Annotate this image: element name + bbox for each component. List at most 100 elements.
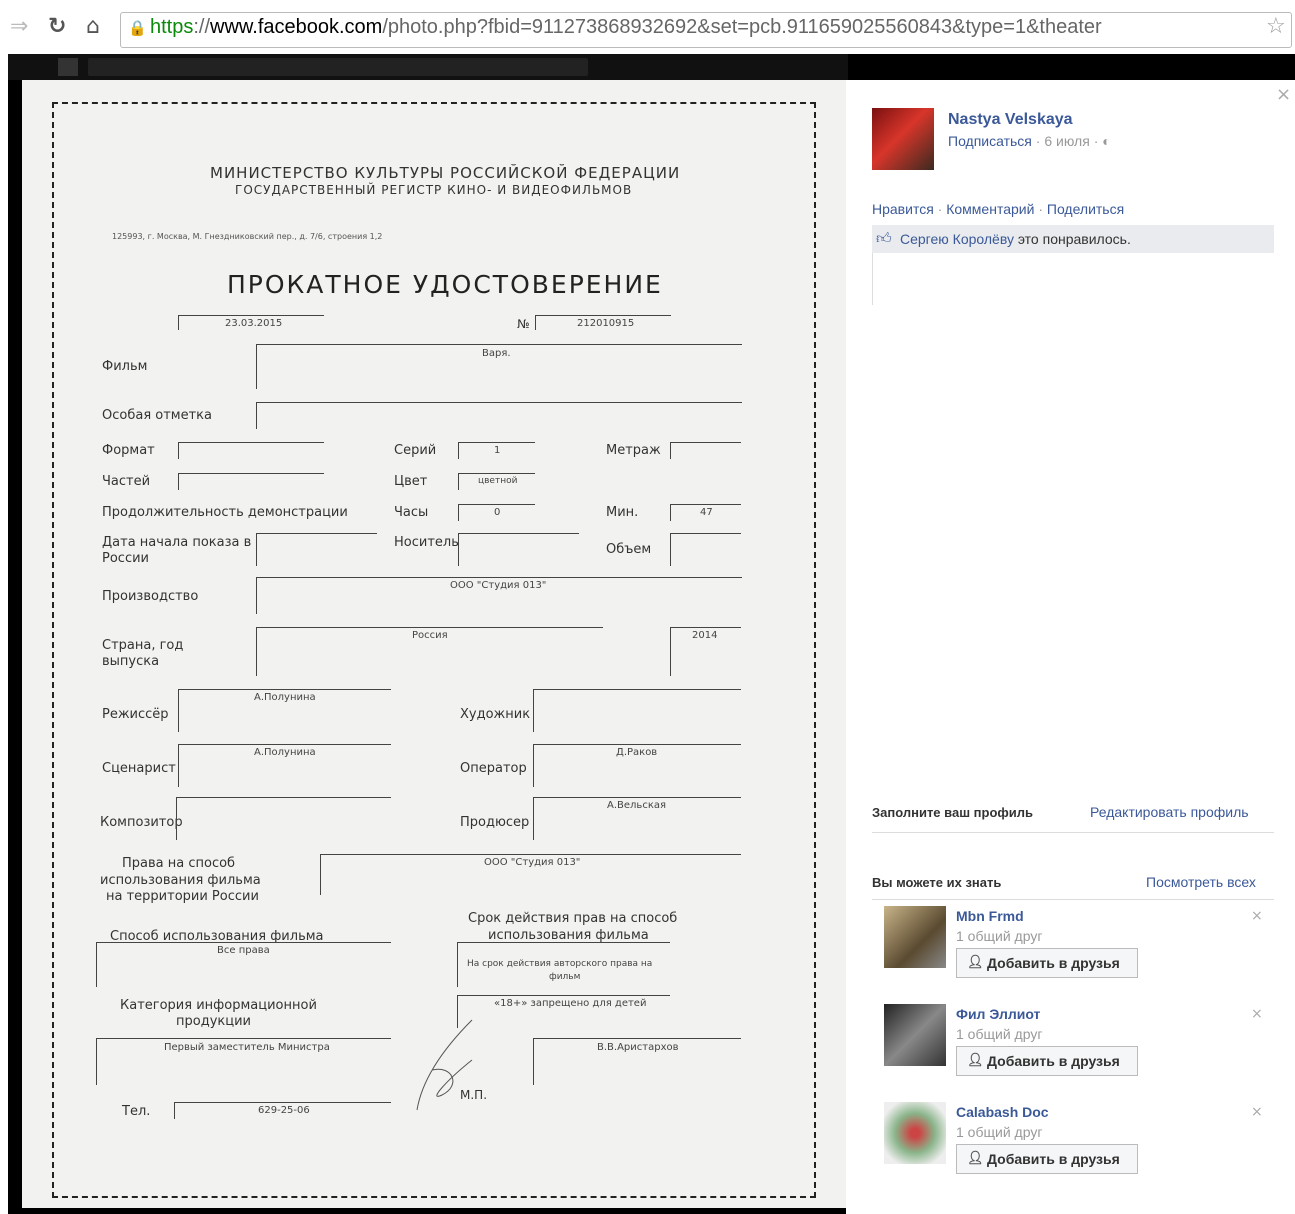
pymk-item: Calabash Doc 1 общий друг 👤︎ Добавить в д… (846, 1102, 1295, 1182)
browser-toolbar: ⇒ ↻ ⌂ 🔒 https://www.facebook.com/photo.p… (0, 0, 1295, 54)
label-stamp: М.П. (460, 1088, 488, 1102)
add-friend-button[interactable]: 👤︎ Добавить в друзья (956, 1046, 1138, 1076)
pymk-item: Фил Эллиот 1 общий друг 👤︎ Добавить в дру… (846, 1004, 1295, 1084)
signer-position-value: Первый заместитель Министра (164, 1042, 330, 1053)
color-value: цветной (478, 476, 518, 486)
mutual-friends[interactable]: 1 общий друг (956, 1026, 1042, 1042)
label-special: Особая отметка (102, 408, 212, 423)
edit-profile-link[interactable]: Редактировать профиль (1090, 804, 1249, 820)
url-scheme: https (150, 16, 194, 38)
label-category-1: Категория информационной (120, 998, 317, 1013)
label-country-1: Страна, год (102, 638, 184, 653)
home-icon[interactable]: ⌂ (86, 14, 100, 39)
label-category-2: продукции (176, 1014, 251, 1029)
subscribe-link[interactable]: Подписаться (948, 133, 1032, 149)
add-friend-icon: 👤︎ (967, 1150, 984, 1165)
divider (872, 832, 1274, 833)
separator: · (1093, 133, 1099, 149)
person-name[interactable]: Фил Эллиот (956, 1006, 1040, 1022)
mutual-friends[interactable]: 1 общий друг (956, 1124, 1042, 1140)
year-value: 2014 (692, 630, 718, 641)
signature-mark (416, 1019, 473, 1111)
person-name[interactable]: Calabash Doc (956, 1104, 1049, 1120)
facebook-search-input[interactable] (88, 58, 588, 76)
close-icon[interactable]: × (1276, 84, 1291, 105)
label-volume: Объем (606, 542, 652, 557)
post-date[interactable]: 6 июля (1044, 133, 1089, 149)
artist-field (533, 689, 741, 732)
label-director: Режиссёр (102, 707, 169, 722)
carrier-field (458, 533, 579, 566)
hours-value: 0 (494, 507, 501, 518)
label-artist: Художник (460, 707, 531, 722)
label-rights-3: на территории России (106, 889, 259, 904)
phone-value: 629-25-06 (258, 1105, 310, 1116)
separator: · (1035, 133, 1041, 149)
person-name[interactable]: Mbn Frmd (956, 908, 1024, 924)
divider (872, 899, 1274, 900)
add-friend-button[interactable]: 👤︎ Добавить в друзья (956, 1144, 1138, 1174)
label-production: Производство (102, 589, 199, 604)
add-friend-button[interactable]: 👤︎ Добавить в друзья (956, 948, 1138, 978)
comment-link[interactable]: Комментарий (946, 201, 1034, 217)
dismiss-icon[interactable]: × (1251, 1104, 1263, 1120)
url-separator: :// (193, 16, 211, 38)
term-value-2: фильм (549, 972, 581, 982)
label-color: Цвет (394, 474, 428, 489)
label-film: Фильм (102, 359, 148, 374)
date-value: 23.03.2015 (225, 318, 283, 329)
label-operator: Оператор (460, 761, 527, 776)
usage-value: Все права (217, 945, 270, 956)
author-name[interactable]: Nastya Velskaya (948, 111, 1073, 129)
label-hours: Часы (394, 505, 429, 520)
lock-icon: 🔒 (128, 19, 147, 37)
url-path: /photo.php?fbid=911273868932692&set=pcb.… (382, 16, 1102, 38)
share-link[interactable]: Поделиться (1047, 201, 1124, 217)
liked-text: это понравилось. (1017, 231, 1131, 247)
label-carrier: Носитель (394, 535, 459, 550)
facebook-top-bar (8, 54, 848, 80)
separator: · (1038, 201, 1043, 217)
label-country-2: выпуска (102, 654, 160, 669)
series-value: 1 (494, 445, 501, 456)
globe-icon: ◐ (1102, 133, 1111, 149)
comments-area-border (872, 253, 873, 305)
label-duration: Продолжительность демонстрации (102, 505, 348, 520)
director-value: А.Полунина (254, 692, 316, 703)
mutual-friends[interactable]: 1 общий друг (956, 928, 1042, 944)
add-friend-icon: 👤︎ (967, 954, 984, 969)
photo-document: МИНИСТЕРСТВО КУЛЬТУРЫ РОССИЙСКОЙ ФЕДЕРАЦ… (22, 80, 846, 1208)
person-avatar[interactable] (884, 1102, 946, 1164)
bookmark-star-icon[interactable]: ☆ (1266, 14, 1286, 39)
term-value-1: На срок действия авторского права на (467, 959, 653, 969)
volume-field (670, 533, 741, 566)
see-all-link[interactable]: Посмотреть всех (1146, 874, 1256, 890)
liked-by-link[interactable]: Сергею Королёву (900, 231, 1014, 247)
facebook-logo-icon (58, 58, 78, 76)
likes-bar: 👍︎ Сергею Королёву это понравилось. (872, 225, 1274, 253)
label-term-1: Срок действия прав на способ (468, 911, 678, 926)
country-value: Россия (412, 630, 448, 641)
photo-info-panel: × Nastya Velskaya Подписаться · 6 июля ·… (846, 80, 1295, 1214)
forward-arrow-icon[interactable]: ⇒ (10, 14, 28, 39)
label-rights-2: использования фильма (100, 873, 261, 888)
production-value: ООО "Студия 013" (450, 580, 547, 591)
author-avatar[interactable] (872, 108, 934, 170)
format-field (178, 442, 324, 459)
writer-value: А.Полунина (254, 747, 316, 758)
doc-ministry: МИНИСТЕРСТВО КУЛЬТУРЫ РОССИЙСКОЙ ФЕДЕРАЦ… (210, 164, 681, 182)
rights-value: ООО "Студия 013" (484, 857, 581, 868)
person-avatar[interactable] (884, 1004, 946, 1066)
label-series: Серий (394, 443, 437, 458)
label-footage: Метраж (606, 443, 661, 458)
producer-value: А.Вельская (607, 800, 666, 811)
label-rights-1: Права на способ (122, 856, 236, 871)
person-avatar[interactable] (884, 906, 946, 968)
like-link[interactable]: Нравится (872, 201, 934, 217)
minutes-value: 47 (700, 507, 713, 518)
dismiss-icon[interactable]: × (1251, 908, 1263, 924)
url-text[interactable]: https://www.facebook.com/photo.php?fbid=… (150, 16, 1102, 39)
label-format: Формат (102, 443, 155, 458)
dismiss-icon[interactable]: × (1251, 1006, 1263, 1022)
reload-icon[interactable]: ↻ (48, 14, 66, 39)
